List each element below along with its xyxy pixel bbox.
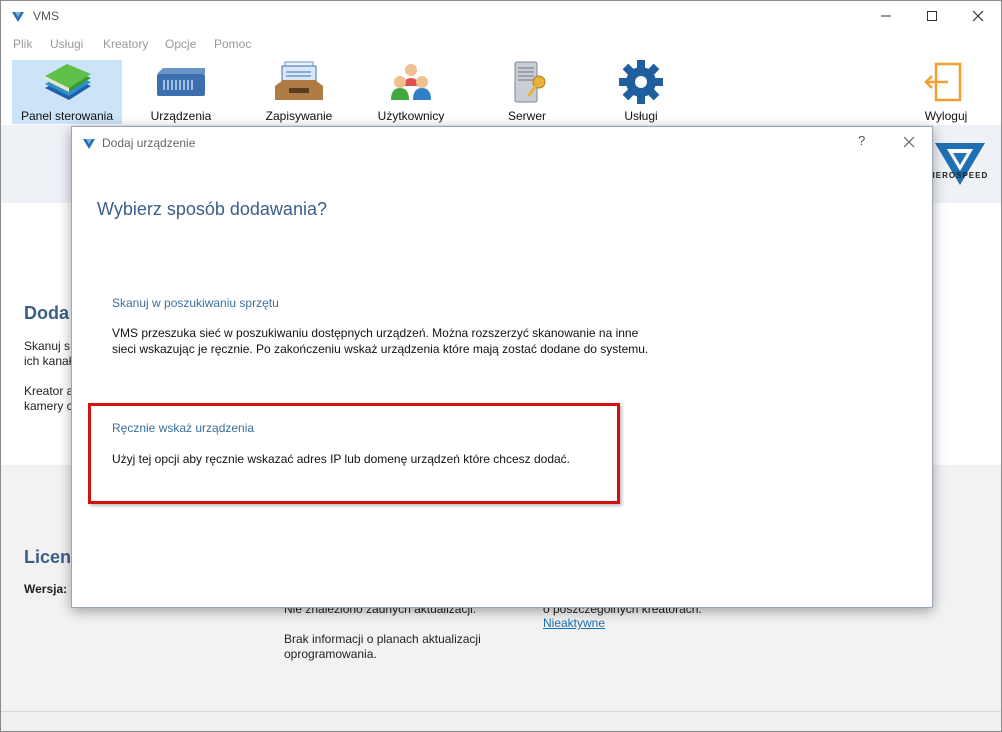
minimize-icon: [881, 15, 891, 17]
section-text: Kreator a: [24, 384, 74, 398]
toolbar-label: Urządzenia: [150, 109, 212, 123]
add-device-dialog: Dodaj urządzenie ? Wybierz sposób dodawa…: [71, 126, 933, 608]
toolbar-uslugi[interactable]: Usługi: [589, 60, 693, 124]
app-window: VMS Plik Usługi Kreatory Opcje Pomoc Pan…: [0, 0, 1002, 732]
dialog-close-button[interactable]: [898, 131, 920, 153]
brand-name: HEROSPEED: [929, 171, 989, 180]
server-key-icon: [514, 61, 546, 103]
dialog-heading: Wybierz sposób dodawania?: [97, 199, 327, 219]
logout-door-icon: [924, 62, 962, 102]
section-text: Skanuj s: [24, 339, 71, 353]
menu-pomoc[interactable]: Pomoc: [214, 37, 251, 51]
menu-uslugi[interactable]: Usługi: [50, 37, 83, 51]
inactive-link[interactable]: Nieaktywne: [543, 616, 605, 630]
app-logo-icon: [12, 12, 24, 22]
toolbar-urzadzenia[interactable]: Urządzenia: [129, 60, 233, 124]
toolbar-label: Usługi: [624, 109, 658, 123]
recording-tray-icon: [275, 61, 323, 100]
version-label: Wersja:: [24, 582, 68, 596]
section-text: kamery c: [24, 399, 73, 413]
books-icon: [45, 64, 91, 100]
section-text: ich kanał: [24, 354, 72, 368]
toolbar-label: Zapisywanie: [265, 109, 333, 123]
app-logo-icon: [83, 139, 95, 149]
menu-bar: Plik Usługi Kreatory Opcje Pomoc: [1, 35, 1001, 55]
menu-plik[interactable]: Plik: [13, 37, 32, 51]
maximize-button[interactable]: [909, 1, 955, 31]
toolbar-label: Panel sterowania: [20, 109, 114, 123]
section-title-add: Doda: [24, 303, 69, 323]
close-icon: [972, 10, 984, 22]
toolbar-zapisywanie[interactable]: Zapisywanie: [247, 60, 351, 124]
close-icon: [903, 136, 915, 148]
option-scan-title[interactable]: Skanuj w poszukiwaniu sprzętu: [112, 296, 279, 310]
help-button[interactable]: ?: [858, 133, 872, 151]
title-bar: VMS: [1, 1, 1001, 31]
maximize-icon: [927, 11, 937, 21]
option-manual-description: Użyj tej opcji aby ręcznie wskazać adres…: [112, 452, 571, 466]
updates-plans: Brak informacji o planach aktualizacji o…: [284, 632, 481, 661]
status-bar: [1, 711, 1001, 731]
users-icon: [391, 64, 431, 100]
option-scan-description: VMS przeszuka sieć w poszukiwaniu dostęp…: [112, 326, 649, 356]
toolbar-label: Użytkownicy: [377, 109, 445, 123]
logout-label: Wyloguj: [924, 109, 968, 123]
close-window-button[interactable]: [955, 1, 1001, 31]
main-toolbar: Panel sterowania Urządzenia Zapisywanie …: [1, 57, 1001, 125]
menu-opcje[interactable]: Opcje: [165, 37, 196, 51]
toolbar-uzytkownicy[interactable]: Użytkownicy: [359, 60, 463, 124]
window-title: VMS: [33, 9, 60, 23]
toolbar-panel-sterowania[interactable]: Panel sterowania: [12, 60, 122, 124]
logout-button[interactable]: Wyloguj: [913, 60, 979, 124]
version-row: Wersja: 7: [24, 582, 77, 596]
dialog-title: Dodaj urządzenie: [102, 136, 196, 150]
toolbar-label: Serwer: [507, 109, 546, 123]
minimize-button[interactable]: [863, 1, 909, 31]
menu-kreatory[interactable]: Kreatory: [103, 37, 148, 51]
option-manual-title[interactable]: Ręcznie wskaż urządzenia: [112, 421, 254, 435]
gear-icon: [619, 60, 663, 104]
toolbar-serwer[interactable]: Serwer: [475, 60, 579, 124]
nvr-device-icon: [157, 68, 205, 96]
brand-logo-icon: [935, 143, 985, 185]
